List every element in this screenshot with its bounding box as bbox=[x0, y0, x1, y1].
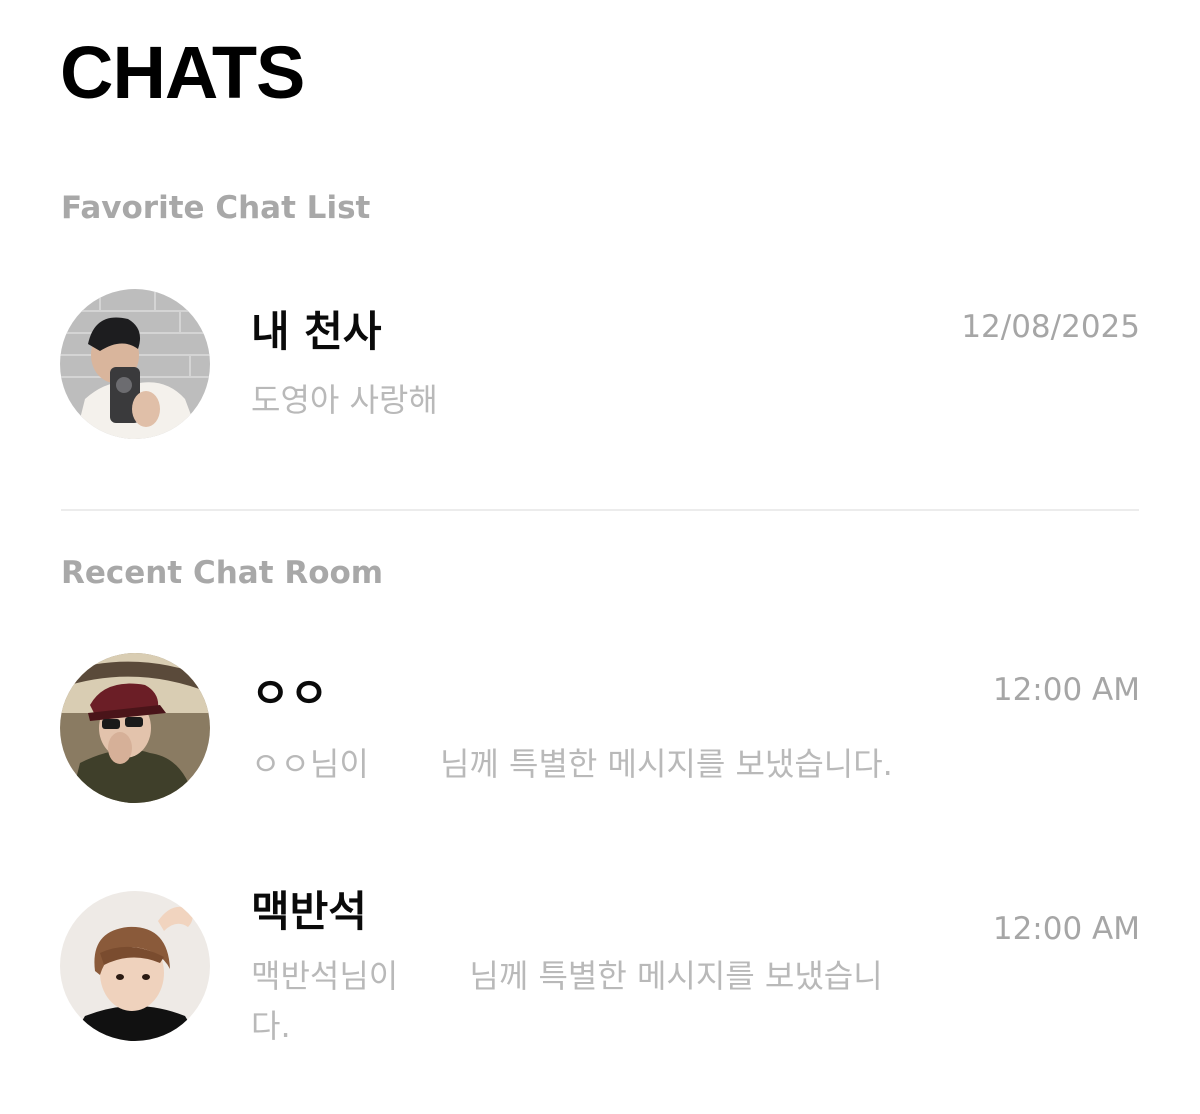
chat-name: ㅇㅇ bbox=[251, 669, 329, 718]
avatar-photo-2 bbox=[60, 653, 210, 803]
chat-time: 12:00 AM bbox=[992, 911, 1140, 947]
page-title: CHATS bbox=[60, 31, 305, 114]
favorite-section-label: Favorite Chat List bbox=[61, 190, 371, 226]
avatar-photo-3 bbox=[60, 891, 210, 1041]
recent-chat-item[interactable]: ㅇㅇ ㅇㅇ님이 님께 특별한 메시지를 보냈습니다. 12:00 AM bbox=[60, 653, 1140, 803]
chat-preview: ㅇㅇ님이 님께 특별한 메시지를 보냈습니다. bbox=[251, 745, 893, 783]
contact-avatar[interactable] bbox=[60, 891, 210, 1041]
recent-section-label: Recent Chat Room bbox=[61, 555, 384, 591]
chat-time: 12/08/2025 bbox=[961, 309, 1140, 345]
contact-avatar[interactable] bbox=[60, 289, 210, 439]
chat-time: 12:00 AM bbox=[992, 672, 1140, 708]
favorite-chat-item[interactable]: 내 천사 도영아 사랑해 12/08/2025 bbox=[60, 289, 1140, 439]
contact-avatar[interactable] bbox=[60, 653, 210, 803]
chat-preview: 맥반석님이 님께 특별한 메시지를 보냈습니 다. bbox=[251, 957, 883, 1045]
recent-chat-item[interactable]: 맥반석 맥반석님이 님께 특별한 메시지를 보냈습니 다. 12:00 AM bbox=[60, 891, 1140, 1051]
chat-preview: 도영아 사랑해 bbox=[251, 381, 438, 419]
section-divider bbox=[61, 509, 1139, 511]
chat-name: 맥반석 bbox=[251, 887, 367, 936]
chat-name: 내 천사 bbox=[251, 307, 382, 356]
avatar-photo-1 bbox=[60, 289, 210, 439]
